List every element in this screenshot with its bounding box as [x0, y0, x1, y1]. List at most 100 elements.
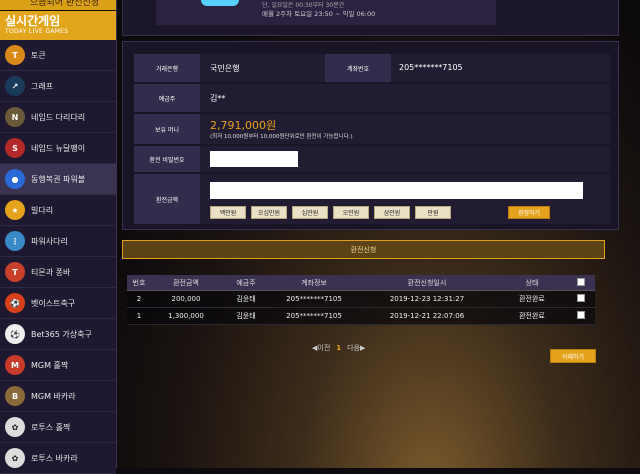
mgm-oddeven-icon: M	[5, 355, 25, 375]
sidebar-item[interactable]: N 네임드 다리다리	[0, 102, 116, 133]
prev-page-link[interactable]: ◀이전	[312, 343, 330, 353]
row-checkbox[interactable]	[577, 294, 585, 302]
power-ladder-icon: ⋮	[5, 231, 25, 251]
holder-value: 김**	[210, 94, 226, 103]
sidebar-section-header: 실시간게임 TODAY LIVE GAMES	[0, 10, 116, 40]
next-page-link[interactable]: 다음▶	[347, 343, 365, 353]
password-label: 환전 비밀번호	[134, 146, 200, 172]
col-holder: 예금주	[221, 275, 271, 291]
token-icon: T	[5, 45, 25, 65]
sidebar-item-label: 로투스 홀짝	[31, 422, 71, 432]
sidebar-section-title: 실시간게임	[5, 14, 61, 28]
sidebar-top-fragment[interactable]: 으뜸되어 환전신청	[0, 0, 116, 10]
sidebar-item-label: 로투스 바카라	[31, 453, 78, 463]
notice-card: 단, 일요일은 00:30부터 30분간 매월 2주차 토요일 23:50 ~ …	[122, 0, 619, 36]
money-row: 보유 머니 2,791,000원 (최저 10,000원부터 10,000원단위…	[134, 114, 610, 144]
sidebar-item[interactable]: ↗ 그래프	[0, 71, 116, 102]
cell-number: 1	[127, 307, 151, 325]
amount-button-100k[interactable]: 십만원	[292, 206, 328, 219]
sidebar-item[interactable]: S 네임드 뉴달팽이	[0, 133, 116, 164]
sidebar-item[interactable]: B MGM 바카라	[0, 381, 116, 412]
bank-label: 거래은행	[134, 54, 200, 82]
col-account: 계좌정보	[271, 275, 357, 291]
col-select	[567, 275, 595, 291]
cell-account: 205*******7105	[271, 290, 357, 308]
cell-holder: 김윤태	[221, 307, 271, 325]
sidebar-item-label: 네임드 다리다리	[31, 112, 86, 122]
password-field[interactable]	[210, 151, 298, 167]
current-page[interactable]: 1	[336, 344, 341, 352]
star-icon: ★	[5, 200, 25, 220]
holder-label: 예금주	[134, 84, 200, 112]
sidebar-item[interactable]: ⚽ Bet365 가상축구	[0, 319, 116, 350]
bank-row: 거래은행 국민은행 계좌번호 205*******7105	[134, 54, 610, 82]
exchange-history-table: 번호 환전금액 예금주 계좌정보 환전신청일시 상태 2 200,000 김윤태…	[127, 275, 595, 325]
cell-amount: 200,000	[151, 290, 221, 308]
money-label: 보유 머니	[134, 114, 200, 144]
select-all-checkbox[interactable]	[577, 277, 585, 286]
sidebar-item-label: MGM 바카라	[31, 391, 76, 401]
cell-holder: 김윤태	[221, 290, 271, 308]
named-ladder-icon: N	[5, 107, 25, 127]
cell-account: 205*******7105	[271, 307, 357, 325]
sidebar-item[interactable]: M MGM 홀짝	[0, 350, 116, 381]
money-value: 2,791,000원	[210, 119, 277, 132]
amount-button-10k[interactable]: 만원	[415, 206, 451, 219]
sidebar-item-label: 네임드 뉴달팽이	[31, 143, 86, 153]
amount-label: 환전금액	[134, 174, 200, 224]
amount-field[interactable]	[210, 182, 583, 199]
exchange-form: 거래은행 국민은행 계좌번호 205*******7105 예금주 김** 보유…	[122, 41, 619, 230]
reset-button[interactable]: 정정하기	[508, 206, 550, 219]
password-row: 환전 비밀번호	[134, 146, 610, 172]
notice-logo	[201, 0, 239, 6]
account-value: 205*******7105	[399, 63, 463, 72]
cell-amount: 1,300,000	[151, 307, 221, 325]
submit-exchange-button[interactable]: 환전신청	[122, 240, 605, 259]
cell-status: 환전완료	[497, 290, 567, 308]
table-row: 1 1,300,000 김윤태 205*******7105 2019-12-2…	[127, 307, 595, 325]
money-note: (최저 10,000원부터 10,000원단위로만 환전이 가능합니다.)	[210, 134, 353, 140]
amount-button-30k[interactable]: 삼만원	[374, 206, 410, 219]
amount-button-50k[interactable]: 오만원	[333, 206, 369, 219]
amount-button-1m[interactable]: 백만원	[210, 206, 246, 219]
col-amount: 환전금액	[151, 275, 221, 291]
sidebar-item-label: 토큰	[31, 50, 46, 60]
amount-row: 환전금액 백만원 오십만원 십만원 오만원 삼만원 만원 정정하기	[134, 174, 610, 224]
holder-row: 예금주 김**	[134, 84, 610, 112]
notice-inner: 단, 일요일은 00:30부터 30분간 매월 2주차 토요일 23:50 ~ …	[156, 0, 496, 25]
sidebar-section-subtitle: TODAY LIVE GAMES	[5, 28, 69, 35]
sidebar-item[interactable]: T 토큰	[0, 40, 116, 71]
sidebar-item-label: MGM 홀짝	[31, 360, 69, 370]
timon-icon: T	[5, 262, 25, 282]
sidebar-item[interactable]: ⚽ 벳이스트축구	[0, 288, 116, 319]
row-checkbox[interactable]	[577, 311, 585, 319]
delete-button[interactable]: 삭제하기	[550, 349, 596, 363]
col-status: 상태	[497, 275, 567, 291]
sidebar-item[interactable]: ● 동행복권 파워볼	[0, 164, 116, 195]
bet365-soccer-icon: ⚽	[5, 324, 25, 344]
powerball-icon: ●	[5, 169, 25, 189]
sidebar: 으뜸되어 환전신청 실시간게임 TODAY LIVE GAMES T 토큰 ↗ 그래프…	[0, 0, 117, 474]
mgm-baccarat-icon: B	[5, 386, 25, 406]
sidebar-item-label: 벳이스트축구	[31, 298, 76, 308]
notice-line-2: 매월 2주차 토요일 23:50 ~ 익일 06:00	[262, 10, 376, 18]
cell-select	[567, 290, 595, 308]
account-label: 계좌번호	[325, 54, 391, 82]
cell-select	[567, 307, 595, 325]
pagination: ◀이전 1 다음▶	[312, 343, 365, 353]
sidebar-item[interactable]: T 티몬과 퐁바	[0, 257, 116, 288]
sidebar-item-label: 그래프	[31, 81, 54, 91]
sidebar-item-label: 빌다리	[31, 205, 54, 215]
amount-button-500k[interactable]: 오십만원	[251, 206, 287, 219]
sidebar-item-label: 동행복권 파워볼	[31, 174, 86, 184]
sidebar-menu: T 토큰 ↗ 그래프 N 네임드 다리다리 S 네임드 뉴달팽이 ● 동행복권 파워볼 ★ 빌다리 ⋮ 파…	[0, 40, 116, 474]
sidebar-item[interactable]: ✿ 로투스 홀짝	[0, 412, 116, 443]
main-content: 단, 일요일은 00:30부터 30분간 매월 2주차 토요일 23:50 ~ …	[117, 0, 640, 468]
soccer-icon: ⚽	[5, 293, 25, 313]
cell-number: 2	[127, 290, 151, 308]
sidebar-item[interactable]: ⋮ 파워사다리	[0, 226, 116, 257]
sidebar-item[interactable]: ★ 빌다리	[0, 195, 116, 226]
lotus-oddeven-icon: ✿	[5, 417, 25, 437]
sidebar-item[interactable]: ✿ 로투스 바카라	[0, 443, 116, 474]
snail-icon: S	[5, 138, 25, 158]
